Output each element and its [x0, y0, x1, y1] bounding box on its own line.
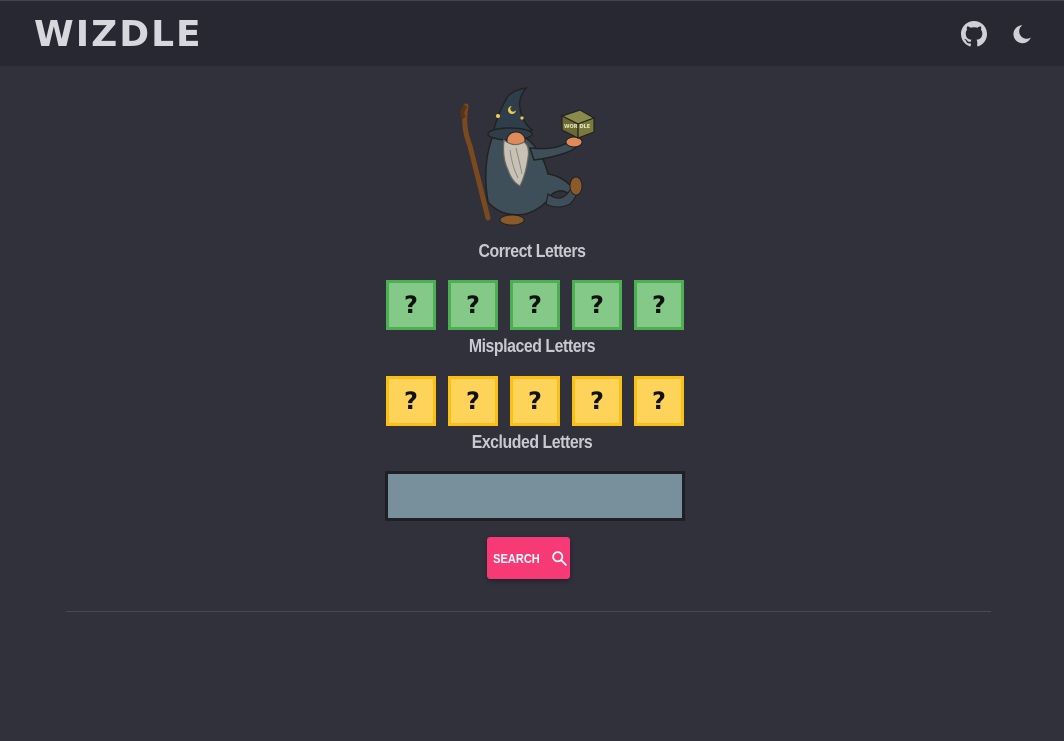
search-button[interactable]: SEARCH	[487, 537, 570, 579]
svg-text:WOR DLE: WOR DLE	[564, 124, 591, 130]
excluded-letters-input[interactable]	[385, 471, 685, 521]
theme-toggle-button[interactable]	[1008, 20, 1036, 48]
excluded-letters-label: Excluded Letters	[471, 432, 593, 452]
correct-tile[interactable]: ?	[572, 280, 622, 330]
github-icon	[961, 21, 987, 47]
correct-letters-row: ? ? ? ? ?	[386, 280, 684, 330]
search-icon	[552, 550, 568, 566]
footer-divider	[66, 611, 991, 612]
logo-text: WIZDLE	[34, 14, 203, 55]
correct-tile[interactable]: ?	[510, 280, 560, 330]
misplaced-tile[interactable]: ?	[448, 376, 498, 426]
correct-tile[interactable]: ?	[634, 280, 684, 330]
misplaced-tile[interactable]: ?	[386, 376, 436, 426]
wizard-illustration: WOR DLE	[460, 86, 596, 226]
correct-tile[interactable]: ?	[386, 280, 436, 330]
misplaced-letters-label: Misplaced Letters	[468, 336, 596, 356]
moon-icon	[1013, 25, 1031, 44]
top-app-bar: WIZDLE	[0, 0, 1064, 66]
github-button[interactable]	[960, 20, 988, 48]
wizdle-logo[interactable]: WIZDLE	[34, 13, 203, 57]
misplaced-tile[interactable]: ?	[572, 376, 622, 426]
misplaced-tile[interactable]: ?	[634, 376, 684, 426]
correct-tile[interactable]: ?	[448, 280, 498, 330]
misplaced-tile[interactable]: ?	[510, 376, 560, 426]
misplaced-letters-row: ? ? ? ? ?	[386, 376, 684, 426]
search-button-label: SEARCH	[492, 550, 540, 566]
wordle-cube-icon: WOR DLE	[560, 109, 596, 139]
correct-letters-label: Correct Letters	[478, 241, 586, 261]
